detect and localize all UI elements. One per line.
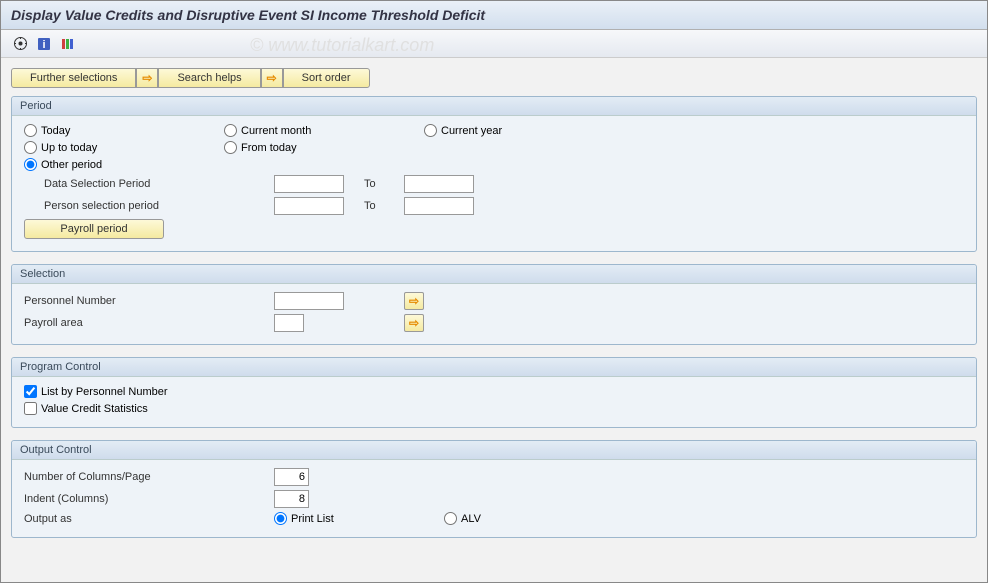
indent-input[interactable] xyxy=(274,490,309,508)
radio-alv[interactable]: ALV xyxy=(444,512,644,525)
listby-label: List by Personnel Number xyxy=(41,386,168,398)
radio-upto-today[interactable]: Up to today xyxy=(24,141,224,154)
payroll-area-label: Payroll area xyxy=(24,317,274,329)
alv-label: ALV xyxy=(461,513,481,525)
radio-other-period[interactable]: Other period xyxy=(24,158,224,171)
further-selections-button[interactable]: Further selections xyxy=(11,68,136,88)
app-toolbar: i xyxy=(1,30,987,58)
person-selection-to-input[interactable] xyxy=(404,197,474,215)
selection-group: Selection Personnel Number ⇨ Payroll are… xyxy=(11,264,977,345)
radio-today[interactable]: Today xyxy=(24,124,224,137)
execute-icon[interactable] xyxy=(11,35,29,53)
period-group: Period Today Current month Current year … xyxy=(11,96,977,252)
radio-today-label: Today xyxy=(41,125,70,137)
person-selection-label: Person selection period xyxy=(24,200,274,212)
svg-text:i: i xyxy=(42,39,45,51)
pernr-label: Personnel Number xyxy=(24,295,274,307)
outputas-label: Output as xyxy=(24,513,274,525)
vstat-label: Value Credit Statistics xyxy=(41,403,148,415)
listby-checkbox[interactable]: List by Personnel Number xyxy=(24,385,964,398)
data-selection-from-input[interactable] xyxy=(274,175,344,193)
to-label-1: To xyxy=(344,178,404,190)
data-selection-label: Data Selection Period xyxy=(24,178,274,190)
radio-other-label: Other period xyxy=(41,159,102,171)
data-selection-to-input[interactable] xyxy=(404,175,474,193)
output-control-header: Output Control xyxy=(12,441,976,460)
radio-current-month-label: Current month xyxy=(241,125,311,137)
sort-order-button[interactable]: Sort order xyxy=(283,68,370,88)
content-area: Further selections ⇨ Search helps ⇨ Sort… xyxy=(1,58,987,560)
radio-current-year-label: Current year xyxy=(441,125,502,137)
radio-upto-label: Up to today xyxy=(41,142,97,154)
search-arrow-icon[interactable]: ⇨ xyxy=(261,68,283,88)
output-control-group: Output Control Number of Columns/Page In… xyxy=(11,440,977,538)
search-helps-button[interactable]: Search helps xyxy=(158,68,260,88)
radio-from-today[interactable]: From today xyxy=(224,141,424,154)
period-header: Period xyxy=(12,97,976,116)
to-label-2: To xyxy=(344,200,404,212)
radio-from-label: From today xyxy=(241,142,297,154)
radio-print-list[interactable]: Print List xyxy=(274,512,444,525)
numcols-label: Number of Columns/Page xyxy=(24,471,274,483)
indent-label: Indent (Columns) xyxy=(24,493,274,505)
printlist-label: Print List xyxy=(291,513,334,525)
area-multi-icon[interactable]: ⇨ xyxy=(404,314,424,332)
person-selection-from-input[interactable] xyxy=(274,197,344,215)
selection-header: Selection xyxy=(12,265,976,284)
page-title: Display Value Credits and Disruptive Eve… xyxy=(1,1,987,30)
radio-current-month[interactable]: Current month xyxy=(224,124,424,137)
info-icon[interactable]: i xyxy=(35,35,53,53)
pernr-input[interactable] xyxy=(274,292,344,310)
bars-icon[interactable] xyxy=(59,35,77,53)
further-arrow-icon[interactable]: ⇨ xyxy=(136,68,158,88)
pernr-multi-icon[interactable]: ⇨ xyxy=(404,292,424,310)
numcols-input[interactable] xyxy=(274,468,309,486)
program-control-header: Program Control xyxy=(12,358,976,377)
payroll-area-input[interactable] xyxy=(274,314,304,332)
radio-current-year[interactable]: Current year xyxy=(424,124,624,137)
vstat-checkbox[interactable]: Value Credit Statistics xyxy=(24,402,964,415)
program-control-group: Program Control List by Personnel Number… xyxy=(11,357,977,428)
button-strip: Further selections ⇨ Search helps ⇨ Sort… xyxy=(11,68,977,88)
payroll-period-button[interactable]: Payroll period xyxy=(24,219,164,239)
